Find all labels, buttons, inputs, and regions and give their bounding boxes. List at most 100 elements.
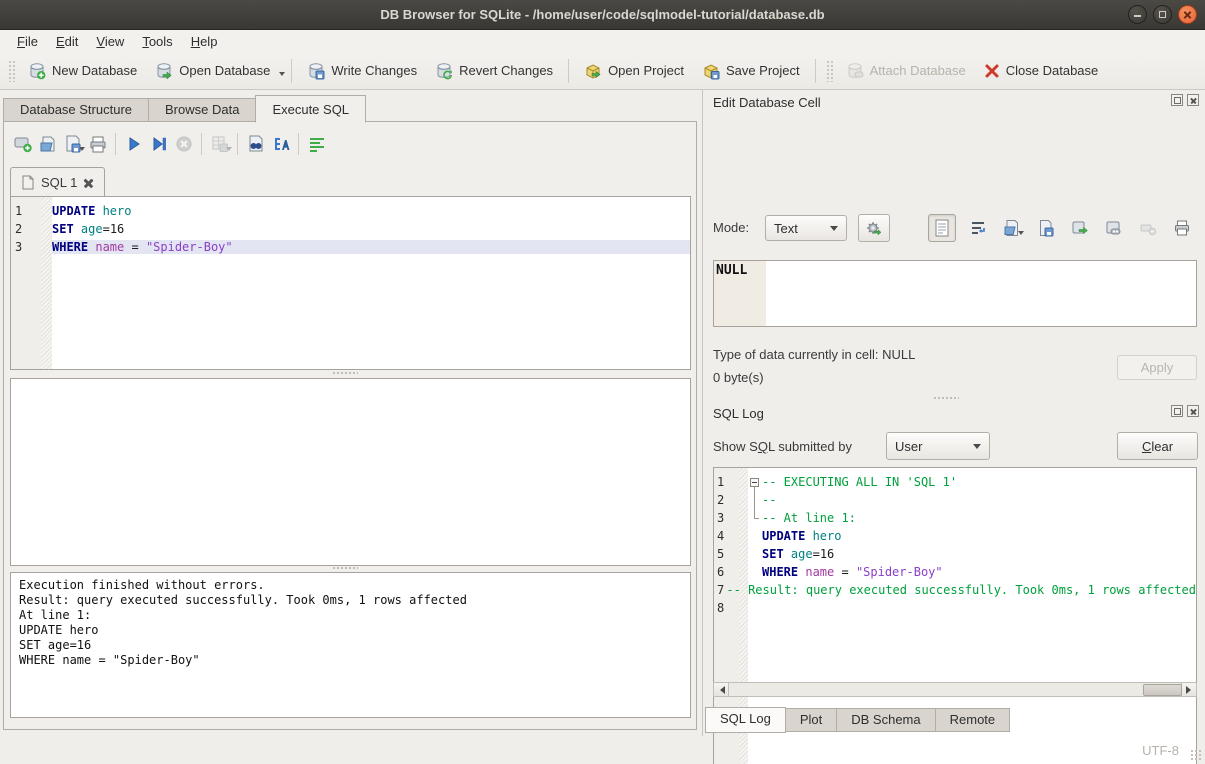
sql-doc-tab[interactable]: SQL 1 (10, 167, 105, 197)
format-sql-icon[interactable] (268, 132, 293, 156)
execute-sql-pane: SQL 1 1 UPDATE hero 2 (3, 121, 697, 730)
sql-doc-tab-bar: SQL 1 (10, 167, 105, 197)
editor-line: 1 UPDATE hero (11, 202, 690, 220)
save-sql-file-icon[interactable] (60, 132, 85, 156)
export-file-icon[interactable] (1067, 216, 1092, 240)
float-dock-icon[interactable] (1171, 94, 1183, 106)
log-line: 5 SET age=16 (714, 545, 1196, 563)
database-attach-icon (846, 62, 864, 80)
clear-button[interactable]: Clear (1117, 432, 1198, 460)
text-document-icon[interactable] (928, 214, 956, 242)
database-open-icon (155, 62, 173, 80)
close-icon[interactable] (1178, 5, 1197, 24)
cell-type-text: Type of data currently in cell: NULL (713, 347, 915, 362)
resize-grip-icon[interactable] (1190, 749, 1202, 761)
scroll-right-icon[interactable] (1181, 683, 1196, 696)
splitter-handle[interactable] (332, 566, 358, 571)
execute-all-icon[interactable] (121, 132, 146, 156)
new-database-button[interactable]: New Database (19, 58, 146, 84)
word-wrap-icon[interactable] (965, 216, 990, 240)
tab-plot[interactable]: Plot (786, 708, 837, 732)
tab-remote[interactable]: Remote (936, 708, 1011, 732)
open-project-button[interactable]: Open Project (575, 58, 693, 84)
menu-view[interactable]: View (87, 32, 133, 51)
sql-doc-tab-label: SQL 1 (41, 175, 77, 190)
cell-value-editor[interactable]: NULL (713, 260, 1197, 327)
splitter-handle[interactable] (933, 396, 959, 401)
toolbar-drag-handle[interactable] (8, 60, 15, 82)
log-horizontal-scrollbar[interactable] (713, 682, 1197, 697)
fold-end (748, 509, 762, 527)
tab-db-schema[interactable]: DB Schema (837, 708, 935, 732)
execute-current-line-icon[interactable] (146, 132, 171, 156)
set-null-icon[interactable] (1135, 216, 1160, 240)
save-file-icon[interactable] (1033, 216, 1058, 240)
submitted-by-select[interactable]: User (886, 432, 990, 460)
editor-current-line: 3 WHERE name = "Spider-Boy" (11, 238, 690, 256)
toggle-comment-icon[interactable] (304, 132, 329, 156)
print-icon[interactable] (1169, 216, 1194, 240)
toolbar-drag-handle[interactable] (826, 60, 833, 82)
attach-database-button[interactable]: Attach Database (837, 58, 975, 84)
find-replace-icon[interactable] (243, 132, 268, 156)
db-browser-window: DB Browser for SQLite - /home/user/code/… (0, 0, 1205, 764)
splitter-handle[interactable] (332, 371, 358, 376)
tab-sql-log[interactable]: SQL Log (705, 707, 786, 733)
minimize-icon[interactable] (1128, 5, 1147, 24)
float-dock-icon[interactable] (1171, 405, 1183, 417)
close-sql-tab-icon[interactable] (83, 177, 94, 188)
open-database-button[interactable]: Open Database (146, 58, 279, 84)
write-changes-button[interactable]: Write Changes (298, 58, 426, 84)
database-write-icon (307, 62, 325, 80)
stop-icon[interactable] (171, 132, 196, 156)
log-line: 8 (714, 599, 1196, 617)
open-sql-file-icon[interactable] (35, 132, 60, 156)
database-revert-icon (435, 62, 453, 80)
print-icon[interactable] (85, 132, 110, 156)
toolbar-separator (291, 59, 292, 83)
log-line: 7 -- Result: query executed successfully… (714, 581, 1196, 599)
close-dock-icon[interactable] (1187, 94, 1199, 106)
toolbar-separator (298, 133, 299, 155)
tab-database-structure[interactable]: Database Structure (3, 98, 148, 122)
execution-message-pane[interactable]: Execution finished without errors. Resul… (10, 572, 691, 718)
menu-tools[interactable]: Tools (133, 32, 181, 51)
window-controls (1128, 5, 1197, 24)
fold-collapse-icon[interactable] (748, 473, 762, 491)
import-file-icon[interactable] (999, 216, 1024, 240)
results-pane[interactable] (10, 378, 691, 566)
open-database-dropdown-icon[interactable] (279, 72, 285, 79)
toolbar-separator (115, 133, 116, 155)
toolbar-separator (568, 59, 569, 83)
cell-size-text: 0 byte(s) (713, 370, 764, 385)
scroll-left-icon[interactable] (714, 683, 729, 696)
maximize-icon[interactable] (1153, 5, 1172, 24)
tab-execute-sql[interactable]: Execute SQL (255, 95, 366, 123)
menu-help[interactable]: Help (182, 32, 227, 51)
menu-file[interactable]: File (8, 32, 47, 51)
log-line: 4 UPDATE hero (714, 527, 1196, 545)
left-panel: Database Structure Browse Data Execute S… (0, 90, 702, 736)
encoding-label: UTF-8 (1142, 743, 1179, 758)
menu-edit[interactable]: Edit (47, 32, 87, 51)
cell-toolbar (928, 214, 1194, 242)
filter-label: Show SQL submitted by (713, 439, 852, 454)
sql-document-icon (21, 175, 35, 190)
toolbar-separator (201, 133, 202, 155)
apply-button[interactable]: Apply (1117, 355, 1197, 380)
project-open-icon (584, 62, 602, 80)
mode-select[interactable]: Text (765, 215, 847, 241)
close-database-button[interactable]: Close Database (975, 59, 1108, 83)
sql-editor[interactable]: 1 UPDATE hero 2 SET age=16 3 WHERE name … (10, 196, 691, 370)
save-project-button[interactable]: Save Project (693, 58, 809, 84)
log-line: 2 -- (714, 491, 1196, 509)
tab-browse-data[interactable]: Browse Data (148, 98, 255, 122)
gear-apply-icon[interactable] (858, 214, 890, 242)
close-dock-icon[interactable] (1187, 405, 1199, 417)
new-sql-tab-icon[interactable] (10, 132, 35, 156)
link-file-icon[interactable] (1101, 216, 1126, 240)
scrollbar-thumb[interactable] (1143, 684, 1182, 696)
revert-changes-button[interactable]: Revert Changes (426, 58, 562, 84)
save-results-icon[interactable] (207, 132, 232, 156)
sql-toolbar (10, 130, 329, 158)
